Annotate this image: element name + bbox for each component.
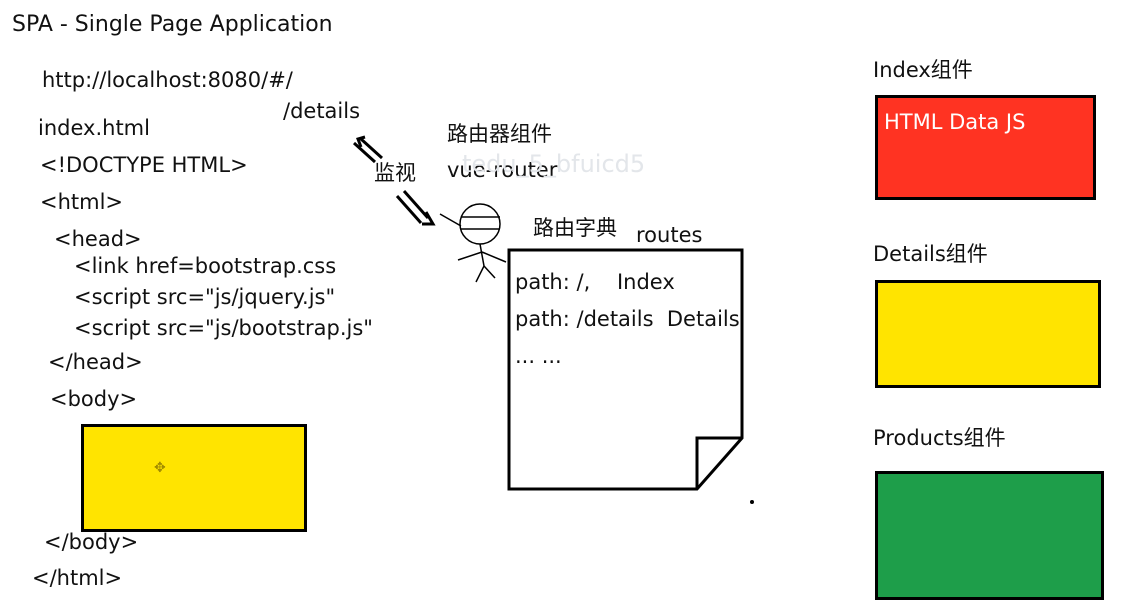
products-component-box [875,471,1104,600]
index-component-content: HTML Data JS [884,110,1026,134]
route-entry-details: path: /details Details [515,307,740,331]
details-component-label: Details组件 [873,242,988,266]
route-entry-more: ... ... [515,344,562,368]
index-component-label: Index组件 [873,58,973,82]
stray-dot [750,500,754,504]
details-component-box [875,280,1101,388]
router-figure-icon [439,203,507,283]
watch-arrow-upper [352,135,384,164]
watch-arrow-lower [395,190,436,226]
products-component-label: Products组件 [873,426,1006,450]
index-component-box: HTML Data JS [875,95,1096,200]
route-entry-index: path: /, Index [515,270,675,294]
